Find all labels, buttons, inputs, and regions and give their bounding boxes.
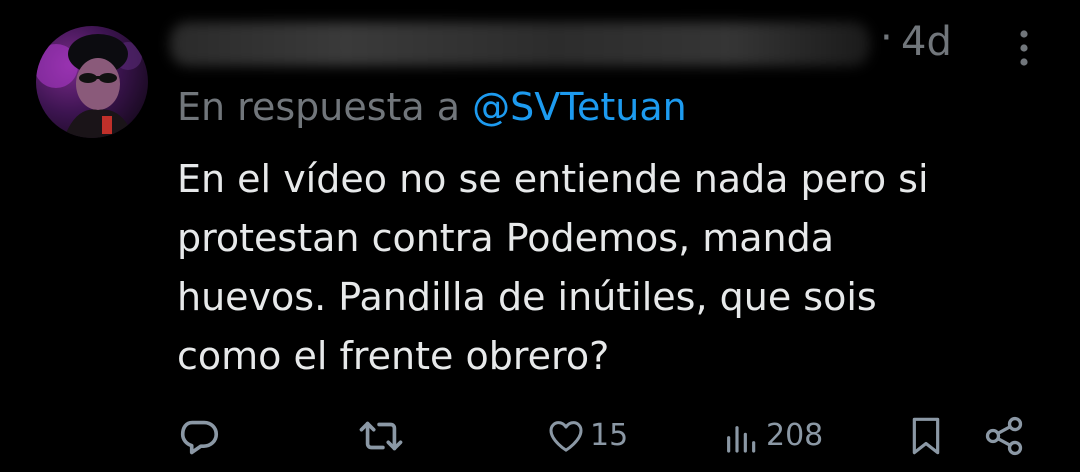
share-icon [985,416,1023,456]
author-name-blurred[interactable] [170,22,870,66]
share-button[interactable] [982,410,1026,462]
reply-icon [180,420,219,455]
retweet-icon [359,421,403,451]
reply-context: En respuesta a @SVTetuan [177,84,687,130]
more-vertical-icon [1020,30,1028,66]
bookmark-icon [912,417,940,455]
bookmark-button[interactable] [906,410,946,462]
like-button[interactable]: 15 [546,410,628,462]
views-icon [727,426,756,453]
tweet[interactable]: · 4d En respuesta a @SVTetuan En el víde… [0,0,1080,472]
action-bar: 15 208 [0,410,1080,462]
more-options-button[interactable] [1000,24,1048,72]
reply-button[interactable] [176,410,222,462]
heart-icon [549,421,583,452]
avatar-image [36,34,142,138]
avatar[interactable] [36,26,148,138]
timestamp-separator: · [880,15,893,61]
tweet-text: En el vídeo no se entiende nada pero si … [177,150,1057,386]
retweet-button[interactable] [356,410,406,462]
views-button[interactable]: 208 [722,410,823,462]
tweet-text-line: como el frente obrero? [177,334,610,378]
like-count: 15 [590,418,629,453]
tweet-text-line: En el vídeo no se entiende nada pero si [177,157,929,201]
views-count: 208 [766,418,824,453]
tweet-text-line: huevos. Pandilla de inútiles, que sois [177,275,877,319]
reply-mention-link[interactable]: @SVTetuan [472,85,687,129]
reply-prefix: En respuesta a [177,85,473,129]
tweet-text-line: protestan contra Podemos, manda [177,216,835,260]
timestamp[interactable]: 4d [901,22,952,62]
